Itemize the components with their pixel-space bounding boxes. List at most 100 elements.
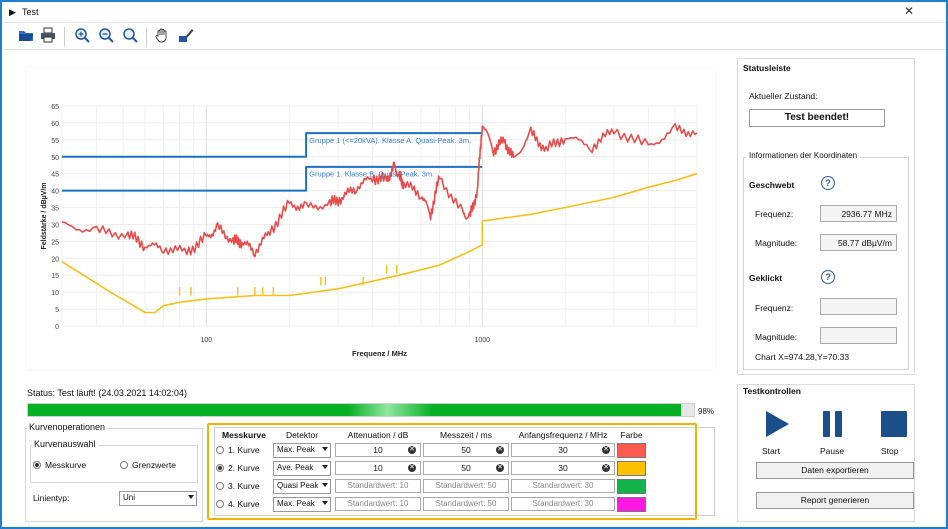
frequenz2-label: Frequenz: [755, 303, 794, 313]
detektor-value: Quasi Peak [277, 481, 319, 490]
linientyp-select[interactable]: Uni [119, 491, 197, 506]
color-swatch[interactable] [617, 443, 646, 458]
draw-icon[interactable] [176, 24, 196, 46]
messzeit-input[interactable]: 50 ✕ [423, 443, 509, 457]
start-button[interactable] [764, 410, 790, 440]
stop-button[interactable] [880, 410, 908, 440]
color-swatch[interactable] [617, 461, 646, 476]
toolbar-separator [146, 27, 147, 47]
chart-panel[interactable]: 0 5 10 15 20 25 30 35 40 45 50 55 60 65 100 1000 Frequen… [27, 68, 716, 369]
y-tick-label: 65 [51, 104, 59, 111]
start-label: Start [762, 446, 780, 456]
row-label: 2. Kurve [228, 463, 260, 473]
testkontrollen-title: Testkontrollen [743, 386, 801, 396]
toolbar-separator [64, 27, 65, 47]
kurvenauswahl-title: Kurvenauswahl [32, 439, 98, 449]
messzeit-value: Standardwert: 50 [435, 481, 497, 490]
zoom-out-icon[interactable] [96, 24, 116, 46]
daten-exportieren-button[interactable]: Daten exportieren [756, 462, 914, 479]
grenzwerte-radio[interactable]: Grenzwerte [120, 460, 176, 470]
color-swatch[interactable] [617, 479, 646, 494]
chevron-down-icon [322, 501, 328, 505]
magnitude-value: 58.77 dBµV/m [820, 234, 897, 251]
chart-coordinates: Chart X=974.28,Y=70.33 [755, 352, 850, 362]
detektor-select[interactable]: Max. Peak [273, 443, 331, 458]
emission-chart[interactable]: 0 5 10 15 20 25 30 35 40 45 50 55 60 65 100 1000 Frequen… [27, 68, 716, 369]
open-icon[interactable] [16, 24, 36, 46]
stop-icon [881, 411, 907, 437]
detektor-value: Max. Peak [277, 445, 315, 454]
pan-hand-icon[interactable] [152, 24, 172, 46]
pause-label: Pause [820, 446, 845, 456]
attenuation-input[interactable]: Standardwert: 10 [335, 479, 421, 493]
y-tick-label: 40 [51, 189, 59, 196]
attenuation-value: Standardwert: 10 [347, 481, 409, 490]
color-swatch[interactable] [617, 497, 646, 512]
table-row-1[interactable]: 1. Kurve [216, 445, 260, 455]
window-title: Test [22, 7, 39, 17]
row-radio[interactable] [216, 482, 224, 490]
pause-button[interactable] [822, 410, 844, 440]
zoom-reset-icon[interactable] [120, 24, 140, 46]
clear-icon[interactable]: ✕ [408, 464, 416, 472]
clear-icon[interactable]: ✕ [602, 464, 610, 472]
detektor-value: Max. Peak [277, 499, 315, 508]
detektor-select[interactable]: Max. Peak [273, 497, 331, 512]
header-detektor: Detektor [285, 430, 319, 440]
test-beendet-button[interactable]: Test beendet! [749, 109, 885, 127]
chevron-down-icon [188, 495, 194, 499]
table-row-4[interactable]: 4. Kurve [216, 499, 260, 509]
clear-icon[interactable]: ✕ [602, 446, 610, 454]
clear-icon[interactable]: ✕ [496, 446, 504, 454]
x-axis-label: Frequenz / MHz [352, 349, 407, 358]
play-icon [766, 411, 789, 437]
print-icon[interactable] [38, 24, 58, 46]
row-radio[interactable] [216, 446, 224, 454]
table-row-2[interactable]: 2. Kurve [216, 463, 260, 473]
messzeit-input[interactable]: Standardwert: 50 [423, 497, 509, 511]
detektor-select[interactable]: Quasi Peak [273, 479, 331, 494]
koordinaten-title: Informationen der Koordinaten [747, 151, 860, 160]
attenuation-value: 10 [373, 445, 383, 455]
app-window: ▶ Test ✕ 0 5 10 15 20 25 30 35 40 45 50 55 60 65 100 10… [0, 0, 948, 529]
attenuation-input[interactable]: 10 ✕ [335, 443, 421, 457]
detektor-select[interactable]: Ave. Peak [273, 461, 331, 476]
close-icon[interactable]: ✕ [904, 4, 914, 18]
y-tick-label: 35 [51, 206, 59, 213]
header-farbe: Farbe [620, 430, 643, 440]
zustand-label: Aktueller Zustand: [749, 91, 818, 101]
attenuation-value: 10 [373, 463, 383, 473]
report-generieren-button[interactable]: Report generieren [756, 492, 914, 509]
row-radio[interactable] [216, 464, 224, 472]
messzeit-input[interactable]: 50 ✕ [423, 461, 509, 475]
y-tick-label: 55 [51, 138, 59, 145]
linientyp-value: Uni [123, 493, 136, 502]
pause-icon [823, 411, 842, 437]
attenuation-input[interactable]: 10 ✕ [335, 461, 421, 475]
clear-icon[interactable]: ✕ [408, 446, 416, 454]
row-radio[interactable] [216, 500, 224, 508]
y-tick-label: 15 [51, 273, 59, 280]
detektor-value: Ave. Peak [277, 463, 314, 472]
progress-bar [27, 403, 695, 417]
messzeit-input[interactable]: Standardwert: 50 [423, 479, 509, 493]
attenuation-input[interactable]: Standardwert: 10 [335, 497, 421, 511]
header-anfangsfrequenz: Anfangsfrequenz / MHz [518, 430, 608, 440]
anfangsfrequenz-input[interactable]: 30 ✕ [511, 443, 615, 457]
clear-icon[interactable]: ✕ [496, 464, 504, 472]
anfangsfrequenz-value: 30 [558, 445, 568, 455]
toolbar [4, 22, 946, 50]
help-icon[interactable]: ? [821, 270, 835, 284]
row-label: 1. Kurve [228, 445, 260, 455]
messkurve-radio[interactable]: Messkurve [33, 460, 86, 470]
help-icon[interactable]: ? [821, 176, 835, 190]
anfangsfrequenz-input[interactable]: Standardwert: 30 [511, 479, 615, 493]
frequenz-label: Frequenz: [755, 209, 794, 219]
anfangsfrequenz-input[interactable]: Standardwert: 30 [511, 497, 615, 511]
zoom-in-icon[interactable] [72, 24, 92, 46]
magnitude-label: Magnitude: [755, 238, 798, 248]
table-row-3[interactable]: 3. Kurve [216, 481, 260, 491]
messzeit-value: 50 [461, 463, 471, 473]
anfangsfrequenz-input[interactable]: 30 ✕ [511, 461, 615, 475]
app-icon: ▶ [9, 7, 16, 17]
